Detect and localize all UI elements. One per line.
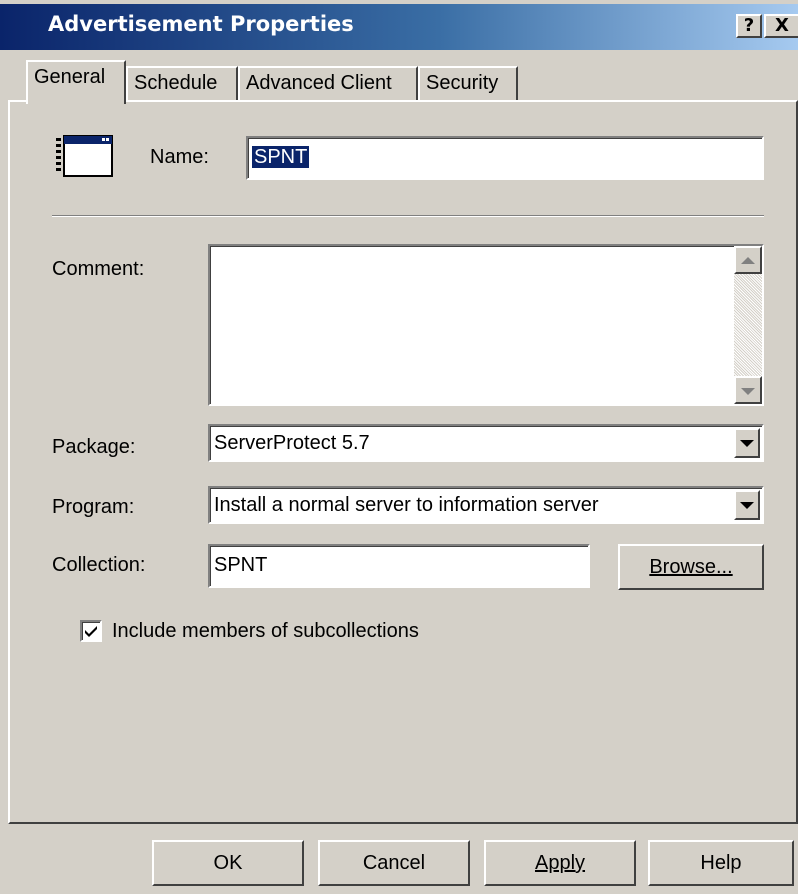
- ok-button[interactable]: OK: [152, 840, 304, 886]
- include-subcollections-label: Include members of subcollections: [112, 620, 419, 642]
- scroll-up-button[interactable]: [734, 246, 762, 274]
- comment-textarea[interactable]: [208, 244, 764, 406]
- chevron-down-icon: [740, 502, 754, 509]
- tab-general[interactable]: General: [26, 60, 126, 104]
- tab-advanced-client[interactable]: Advanced Client: [238, 66, 418, 100]
- scroll-down-button[interactable]: [734, 376, 762, 404]
- collection-field[interactable]: SPNT: [208, 544, 590, 588]
- name-field-selection: SPNT: [252, 146, 310, 168]
- comment-label: Comment:: [52, 258, 145, 280]
- chevron-down-icon: [740, 440, 754, 447]
- checkmark-icon: [85, 626, 97, 637]
- package-dropdown-button[interactable]: [734, 428, 760, 458]
- help-icon: ?: [743, 15, 755, 36]
- scroll-up-icon: [741, 257, 755, 264]
- help-button[interactable]: Help: [648, 840, 794, 886]
- name-label: Name:: [150, 146, 209, 168]
- separator: [52, 215, 764, 217]
- browse-button[interactable]: Browse...: [618, 544, 764, 590]
- program-select[interactable]: Install a normal server to information s…: [208, 486, 764, 524]
- name-field[interactable]: SPNT: [246, 136, 764, 180]
- package-select[interactable]: ServerProtect 5.7: [208, 424, 764, 462]
- comment-scrollbar[interactable]: [734, 246, 762, 404]
- package-label: Package:: [52, 436, 136, 458]
- scroll-down-icon: [741, 388, 755, 395]
- window-title: Advertisement Properties: [48, 12, 354, 36]
- include-subcollections-checkbox[interactable]: [80, 620, 102, 642]
- program-dropdown-button[interactable]: [734, 490, 760, 520]
- apply-button[interactable]: Apply: [484, 840, 636, 886]
- collection-label: Collection:: [52, 554, 146, 576]
- program-label: Program:: [52, 496, 135, 518]
- help-title-button[interactable]: ?: [736, 14, 762, 38]
- close-icon: X: [775, 15, 789, 36]
- tab-schedule[interactable]: Schedule: [126, 66, 238, 100]
- tab-panel-general: [8, 100, 798, 824]
- cancel-button[interactable]: Cancel: [318, 840, 470, 886]
- program-window-icon: [56, 134, 114, 178]
- tab-security[interactable]: Security: [418, 66, 518, 100]
- close-button[interactable]: X: [764, 14, 798, 38]
